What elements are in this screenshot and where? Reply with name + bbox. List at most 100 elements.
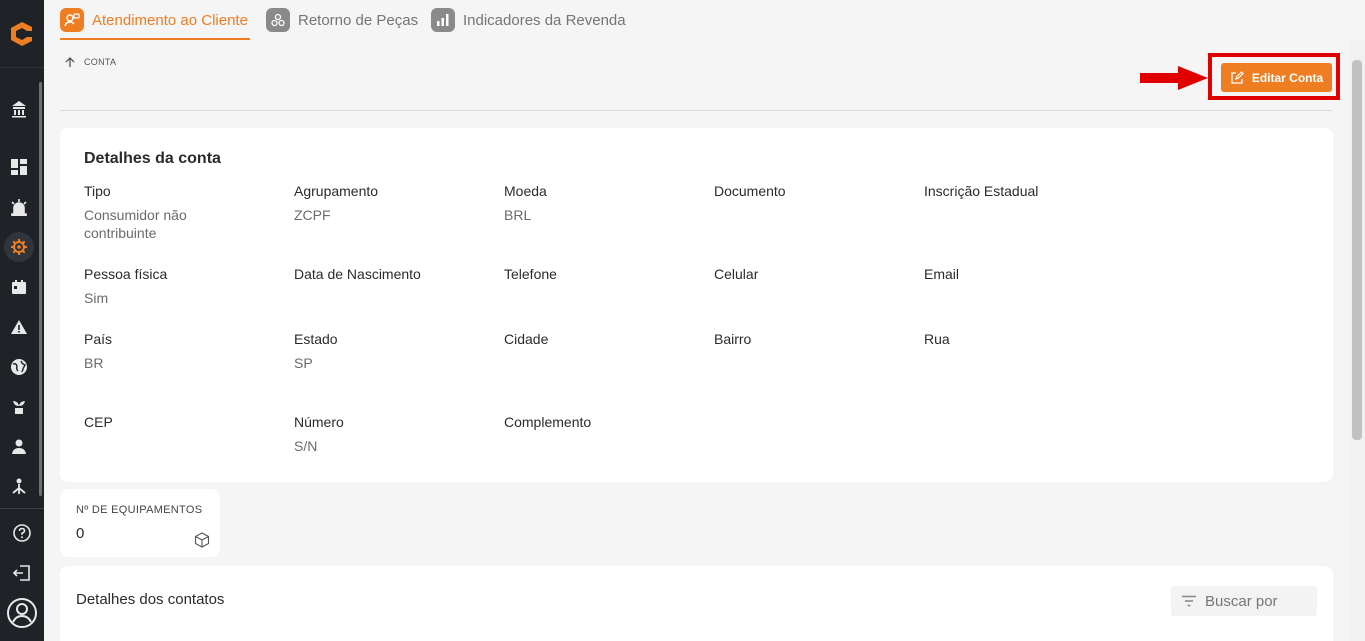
- location-person-icon: [12, 439, 26, 454]
- sidebar-item-plant[interactable]: [0, 392, 38, 422]
- field-value: ZCPF: [294, 207, 331, 223]
- field-inscricao-estadual: Inscrição Estadual: [924, 182, 1114, 206]
- filter-icon: [1182, 595, 1196, 607]
- tab-atendimento-ao-cliente[interactable]: Atendimento ao Cliente: [60, 0, 250, 40]
- field-pais: País BR: [84, 330, 274, 372]
- alarm-icon: [11, 199, 27, 216]
- sidebar-divider: [0, 508, 44, 509]
- field-label: Pessoa física: [84, 266, 168, 282]
- field-label: Complemento: [504, 414, 592, 430]
- sidebar: [0, 0, 44, 641]
- bar-chart-icon: [431, 8, 455, 32]
- page-scrollbar-thumb[interactable]: [1352, 60, 1362, 440]
- sidebar-item-logout[interactable]: [0, 558, 44, 588]
- user-avatar[interactable]: [0, 596, 44, 630]
- user-avatar-icon: [7, 598, 37, 628]
- field-value: Sim: [84, 290, 109, 306]
- sidebar-item-warnings[interactable]: [0, 312, 38, 342]
- help-icon: [13, 524, 31, 542]
- tab-label: Atendimento ao Cliente: [92, 11, 248, 29]
- field-label: Documento: [714, 183, 786, 199]
- field-label: Email: [924, 266, 960, 282]
- field-label: Rua: [924, 331, 950, 347]
- field-label: Número: [294, 414, 344, 430]
- field-value: S/N: [294, 438, 318, 454]
- field-estado: Estado SP: [294, 330, 484, 372]
- sidebar-item-help[interactable]: [0, 518, 44, 548]
- field-label: País: [84, 331, 113, 347]
- sidebar-item-alarm[interactable]: [0, 192, 38, 222]
- field-email: Email: [924, 265, 1114, 289]
- cube-icon: [194, 532, 210, 548]
- field-tipo: Tipo Consumidor não contribuinte: [84, 182, 274, 242]
- breadcrumb-label: CONTA: [84, 57, 117, 67]
- sidebar-scrollbar[interactable]: [39, 82, 42, 496]
- tab-indicadores-da-revenda[interactable]: Indicadores da Revenda: [431, 0, 626, 40]
- sidebar-item-location-person[interactable]: [0, 432, 38, 462]
- account-details-title: Detalhes da conta: [84, 150, 221, 167]
- field-moeda: Moeda BRL: [504, 182, 694, 224]
- field-label: Estado: [294, 331, 338, 347]
- customer-service-icon: [60, 8, 84, 32]
- field-label: Moeda: [504, 183, 547, 199]
- tab-label: Retorno de Peças: [298, 11, 419, 29]
- edit-account-button[interactable]: Editar Conta: [1221, 63, 1332, 92]
- main-content: CONTA Editar Conta Detalhes da conta Tip…: [44, 40, 1350, 641]
- field-value: BR: [84, 355, 104, 371]
- gear-person-icon: [11, 239, 27, 255]
- field-value: Consumidor não contribuinte: [84, 207, 187, 241]
- field-label: Inscrição Estadual: [924, 183, 1039, 199]
- logout-icon: [12, 565, 30, 581]
- dashboard-icon: [11, 159, 27, 175]
- contacts-details-title: Detalhes dos contatos: [76, 591, 225, 608]
- field-pessoa-fisica: Pessoa física Sim: [84, 265, 274, 307]
- search-input[interactable]: [1205, 592, 1305, 610]
- sidebar-item-globe[interactable]: [0, 352, 38, 382]
- sidebar-item-store[interactable]: [0, 94, 38, 124]
- breadcrumb[interactable]: CONTA: [64, 56, 116, 68]
- field-celular: Celular: [714, 265, 904, 289]
- field-label: Cidade: [504, 331, 549, 347]
- contacts-details-card: Detalhes dos contatos: [60, 566, 1333, 641]
- globe-icon: [11, 359, 27, 375]
- company-logo[interactable]: [0, 0, 44, 68]
- plant-icon: [13, 401, 25, 414]
- field-label: Agrupamento: [294, 183, 379, 199]
- field-label: CEP: [84, 414, 113, 430]
- calendar-icon: [12, 280, 26, 294]
- field-value: BRL: [504, 207, 532, 223]
- field-telefone: Telefone: [504, 265, 694, 289]
- field-numero: Número S/N: [294, 413, 484, 455]
- field-label: Celular: [714, 266, 759, 282]
- field-label: Telefone: [504, 266, 557, 282]
- edit-account-label: Editar Conta: [1251, 70, 1324, 85]
- field-documento: Documento: [714, 182, 904, 206]
- sidebar-item-hierarchy[interactable]: [0, 472, 38, 502]
- arrow-up-icon: [65, 57, 75, 67]
- parts-return-icon: [266, 8, 290, 32]
- field-complemento: Complemento: [504, 413, 694, 437]
- contacts-search[interactable]: [1171, 586, 1317, 616]
- warning-icon: [11, 320, 27, 334]
- tab-label: Indicadores da Revenda: [463, 11, 626, 29]
- sidebar-item-dashboard[interactable]: [0, 152, 38, 182]
- equipment-count-label: Nº DE EQUIPAMENTOS: [76, 504, 203, 516]
- field-value: SP: [294, 355, 313, 371]
- edit-icon: [1231, 70, 1244, 84]
- field-label: Data de Nascimento: [294, 266, 421, 282]
- field-bairro: Bairro: [714, 330, 904, 354]
- field-cidade: Cidade: [504, 330, 694, 354]
- header-divider: [60, 110, 1332, 111]
- sidebar-item-calendar[interactable]: [0, 272, 38, 302]
- field-label: Bairro: [714, 331, 752, 347]
- field-rua: Rua: [924, 330, 1114, 354]
- sidebar-item-customer-service[interactable]: [0, 232, 38, 262]
- equipment-count-card[interactable]: Nº DE EQUIPAMENTOS 0: [60, 489, 220, 557]
- field-label: Tipo: [84, 183, 111, 199]
- top-tab-bar: Atendimento ao Cliente Retorno de Peças …: [44, 0, 1365, 40]
- field-cep: CEP: [84, 413, 274, 437]
- hierarchy-icon: [12, 478, 26, 494]
- tab-retorno-de-pecas[interactable]: Retorno de Peças: [266, 0, 418, 40]
- red-arrow-icon: [1140, 66, 1208, 90]
- store-icon: [12, 101, 26, 118]
